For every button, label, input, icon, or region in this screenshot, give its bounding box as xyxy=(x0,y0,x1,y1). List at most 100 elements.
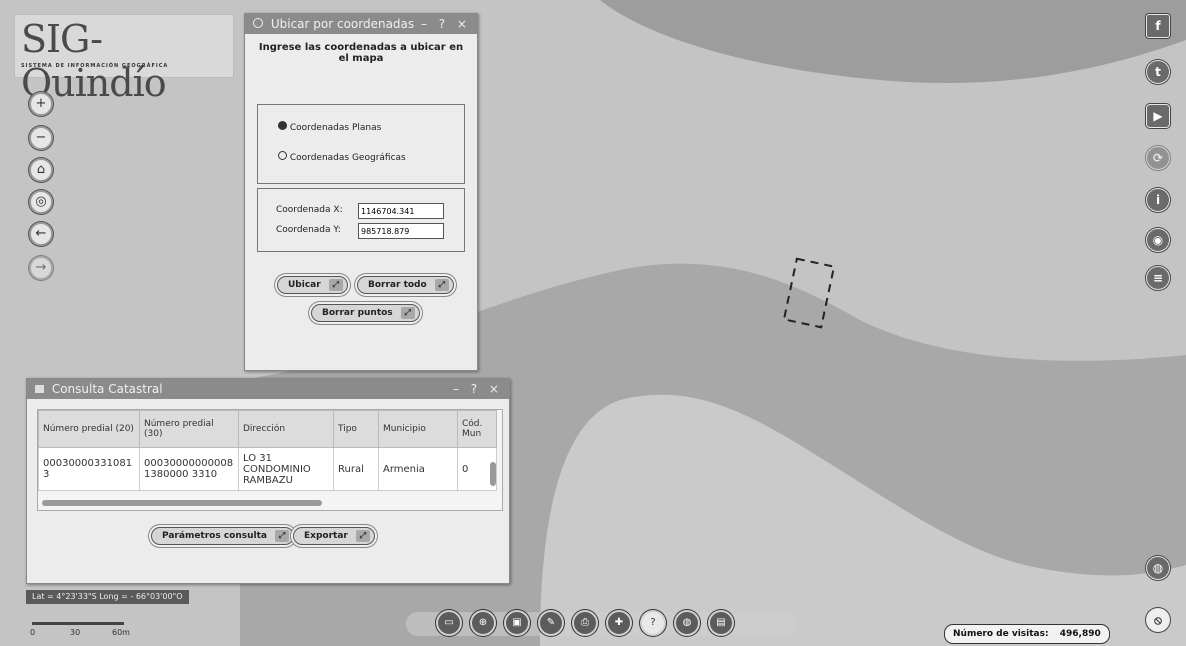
scale-label-0: 0 xyxy=(30,628,36,637)
tool-button[interactable]: ▭ xyxy=(436,610,462,636)
youtube-icon: ▶ xyxy=(1153,109,1163,123)
home-button[interactable]: ⌂ xyxy=(29,158,53,182)
list-button[interactable]: ≡ xyxy=(1146,266,1170,290)
facebook-button[interactable]: f xyxy=(1146,14,1170,38)
target-icon xyxy=(253,18,263,28)
zoom-in-button[interactable]: + xyxy=(29,92,53,116)
measure-icon: ▭ xyxy=(444,617,454,628)
layers-button[interactable]: ◉ xyxy=(1146,228,1170,252)
borrar-todo-label: Borrar todo xyxy=(368,280,427,290)
cell-tipo: Rural xyxy=(333,447,379,491)
go-icon: ⤢ xyxy=(434,279,449,291)
logo: SIG-Quindío SISTEMA DE INFORMACIÓN GEOGR… xyxy=(14,14,234,105)
scale-label-30: 30 xyxy=(70,628,81,637)
twitter-button[interactable]: t xyxy=(1146,60,1170,84)
coordinates-dialog-title: Ubicar por coordenadas xyxy=(270,17,415,31)
window-controls[interactable]: – ? × xyxy=(421,14,471,34)
help-icon: ◍ xyxy=(1152,561,1164,575)
tool-button[interactable]: ⊕ xyxy=(470,610,496,636)
info-icon: i xyxy=(1155,193,1161,207)
borrar-puntos-button[interactable]: Borrar puntos ⤢ xyxy=(311,304,420,322)
horizontal-scrollbar[interactable] xyxy=(42,500,322,506)
vertical-scrollbar[interactable] xyxy=(490,462,496,486)
results-table-wrap: Número predial (20) Número predial (30) … xyxy=(37,409,503,511)
column-header[interactable]: Municipio xyxy=(378,410,458,448)
column-header[interactable]: Número predial (30) xyxy=(139,410,239,448)
forward-button[interactable]: → xyxy=(29,256,53,280)
column-header[interactable]: Dirección xyxy=(238,410,334,448)
cadastral-titlebar[interactable]: Consulta Catastral – ? × xyxy=(27,379,509,399)
locate-icon: ◎ xyxy=(35,194,47,209)
ubicar-label: Ubicar xyxy=(288,280,321,290)
column-header[interactable]: Tipo xyxy=(333,410,379,448)
zoom-box-icon: ⊕ xyxy=(478,617,488,628)
visits-value: 496,890 xyxy=(1059,629,1101,639)
zoom-out-button[interactable]: − xyxy=(29,126,53,150)
scale-label-60: 60m xyxy=(112,628,130,637)
youtube-button[interactable]: ▶ xyxy=(1146,104,1170,128)
system-fieldset: Coordenadas Planas Coordenadas Geográfic… xyxy=(257,104,465,184)
ubicar-button[interactable]: Ubicar ⤢ xyxy=(277,276,348,294)
table-row[interactable]: 000300003310813 000300000000081380000 33… xyxy=(38,447,497,491)
exportar-button[interactable]: Exportar ⤢ xyxy=(293,527,375,545)
share-button[interactable]: ⟳ xyxy=(1146,146,1170,170)
values-fieldset: Coordenada X: Coordenada Y: xyxy=(257,188,465,252)
tool-button[interactable]: ◍ xyxy=(674,610,700,636)
radio-planas-label: Coordenadas Planas xyxy=(289,123,382,133)
tool-button[interactable]: ✎ xyxy=(538,610,564,636)
share-icon: ⟳ xyxy=(1152,151,1164,165)
latlong-readout: Lat = 4°23'33"S Long = - 66°03'00"O xyxy=(26,590,189,604)
cell-predial-30: 000300000000081380000 3310 xyxy=(139,447,239,491)
select-icon: ▣ xyxy=(512,617,522,628)
radio-checked-icon xyxy=(278,121,287,130)
coordinates-icon: ✚ xyxy=(614,617,624,628)
borrar-todo-button[interactable]: Borrar todo ⤢ xyxy=(357,276,454,294)
scale-bar: 0 30 60m xyxy=(30,620,140,640)
scale-line xyxy=(32,622,124,625)
x-input[interactable] xyxy=(358,203,444,219)
list-icon: ≡ xyxy=(1152,271,1164,285)
logo-subtitle: SISTEMA DE INFORMACIÓN GEOGRÁFICA xyxy=(21,63,169,69)
home-icon: ⌂ xyxy=(36,162,46,177)
tool-button[interactable]: ⎙ xyxy=(572,610,598,636)
exportar-label: Exportar xyxy=(304,531,348,541)
tool-button[interactable]: ? xyxy=(640,610,666,636)
minus-icon: − xyxy=(35,130,47,145)
cell-direccion: LO 31 CONDOMINIO RAMBAZU xyxy=(238,447,334,491)
arrow-right-icon: → xyxy=(35,260,47,275)
y-input[interactable] xyxy=(358,223,444,239)
go-icon: ⤢ xyxy=(328,279,343,291)
radio-planas[interactable]: Coordenadas Planas xyxy=(278,121,381,133)
visits-label: Número de visitas: xyxy=(953,629,1049,639)
tool-button[interactable]: ▣ xyxy=(504,610,530,636)
coordinates-dialog-titlebar[interactable]: Ubicar por coordenadas – ? × xyxy=(245,14,477,34)
tool-button[interactable]: ▤ xyxy=(708,610,734,636)
globe-icon: ◍ xyxy=(682,617,692,628)
back-button[interactable]: ← xyxy=(29,222,53,246)
cell-predial-20: 000300003310813 xyxy=(38,447,140,491)
visibility-button[interactable]: ⦸ xyxy=(1146,608,1170,632)
facebook-icon: f xyxy=(1155,19,1161,33)
tool-button[interactable]: ✚ xyxy=(606,610,632,636)
radio-geograficas[interactable]: Coordenadas Geográficas xyxy=(278,151,406,163)
parametros-consulta-button[interactable]: Parámetros consulta ⤢ xyxy=(151,527,294,545)
print-icon: ⎙ xyxy=(581,617,589,628)
column-header[interactable]: Cód. Mun xyxy=(457,410,497,448)
y-label: Coordenada Y: xyxy=(276,225,341,235)
window-controls[interactable]: – ? × xyxy=(453,379,503,399)
help-button[interactable]: ◍ xyxy=(1146,556,1170,580)
radio-unchecked-icon xyxy=(278,151,287,160)
arrow-left-icon: ← xyxy=(35,226,47,241)
draw-icon: ✎ xyxy=(546,617,556,628)
info-button[interactable]: i xyxy=(1146,188,1170,212)
locate-button[interactable]: ◎ xyxy=(29,190,53,214)
visits-counter: Número de visitas: 496,890 xyxy=(944,624,1110,644)
column-header[interactable]: Número predial (20) xyxy=(38,410,140,448)
x-label: Coordenada X: xyxy=(276,205,343,215)
cadastral-title: Consulta Catastral xyxy=(51,382,163,396)
go-icon: ⤢ xyxy=(275,530,289,542)
layers-icon: ◉ xyxy=(1152,233,1164,247)
table-icon: ▤ xyxy=(716,617,726,628)
logo-title: SIG-Quindío xyxy=(21,17,167,105)
coordinates-heading: Ingrese las coordenadas a ubicar en el m… xyxy=(258,42,464,64)
